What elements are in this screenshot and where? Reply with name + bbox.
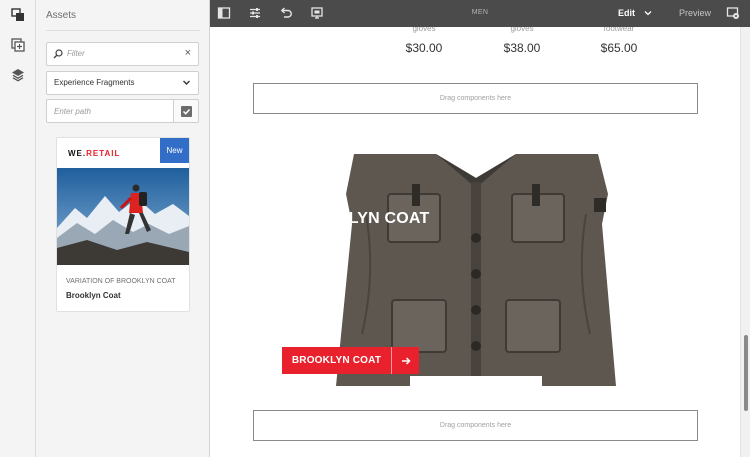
page-title: MEN bbox=[471, 9, 489, 16]
new-badge: New bbox=[160, 138, 189, 163]
preview-button[interactable]: Preview bbox=[679, 8, 711, 18]
assets-panel: Assets Filter × Experience Fragments Ent… bbox=[36, 0, 210, 457]
product-price: $30.00 bbox=[405, 41, 443, 55]
asset-subtitle: VARIATION OF BROOKLYN COAT bbox=[66, 278, 176, 285]
product-caption: gloves bbox=[510, 27, 534, 33]
components-icon bbox=[11, 38, 25, 52]
scrollbar-thumb[interactable] bbox=[744, 335, 748, 411]
product-caption: gloves bbox=[412, 27, 436, 33]
product-caption: footwear bbox=[603, 27, 635, 33]
asset-type-select[interactable]: Experience Fragments bbox=[46, 71, 199, 95]
asset-card[interactable]: WE.RETAIL New VARIATION OF BROOKLYN COAT… bbox=[56, 137, 190, 312]
asset-name: Brooklyn Coat bbox=[66, 291, 121, 300]
hero-title: KLYN COAT bbox=[337, 210, 430, 227]
product-price: $65.00 bbox=[600, 41, 638, 55]
panel-divider bbox=[46, 30, 200, 31]
components-rail-button[interactable] bbox=[0, 30, 36, 60]
assets-rail-button[interactable] bbox=[0, 0, 36, 30]
mode-chevron-down-icon[interactable] bbox=[644, 9, 652, 17]
clear-filter-button[interactable]: × bbox=[185, 47, 191, 59]
side-rail bbox=[0, 0, 36, 457]
panel-title: Assets bbox=[46, 10, 77, 21]
search-icon bbox=[53, 49, 63, 59]
filter-input[interactable]: Filter × bbox=[46, 42, 199, 66]
layers-rail-button[interactable] bbox=[0, 60, 36, 90]
filter-placeholder: Filter bbox=[67, 49, 85, 58]
assets-icon bbox=[11, 8, 24, 21]
product-price: $38.00 bbox=[503, 41, 541, 55]
asset-thumbnail bbox=[57, 168, 189, 265]
arrow-right-icon bbox=[392, 356, 419, 366]
mode-selector[interactable]: Edit bbox=[618, 8, 635, 18]
chevron-down-icon bbox=[183, 80, 190, 85]
drop-zone-bottom[interactable]: Drag components here bbox=[253, 410, 698, 441]
cta-label: BROOKLYN COAT bbox=[291, 355, 382, 366]
path-input[interactable]: Enter path bbox=[46, 99, 174, 123]
checkbox-icon bbox=[180, 105, 192, 117]
cta-button[interactable]: BROOKLYN COAT bbox=[282, 347, 419, 374]
path-placeholder: Enter path bbox=[54, 107, 91, 116]
drop-zone-top[interactable]: Drag components here bbox=[253, 83, 698, 114]
layers-icon bbox=[12, 69, 24, 82]
asset-type-value: Experience Fragments bbox=[54, 78, 135, 87]
brand-logo: WE.RETAIL bbox=[68, 149, 121, 158]
path-checkbox-button[interactable] bbox=[174, 99, 199, 123]
canvas-scrollbar[interactable] bbox=[740, 27, 750, 457]
editor-toolbar: MEN Edit Preview bbox=[210, 0, 750, 27]
page-canvas: gloves gloves footwear $30.00 $38.00 $65… bbox=[210, 27, 740, 457]
page-information-icon[interactable] bbox=[726, 6, 740, 20]
